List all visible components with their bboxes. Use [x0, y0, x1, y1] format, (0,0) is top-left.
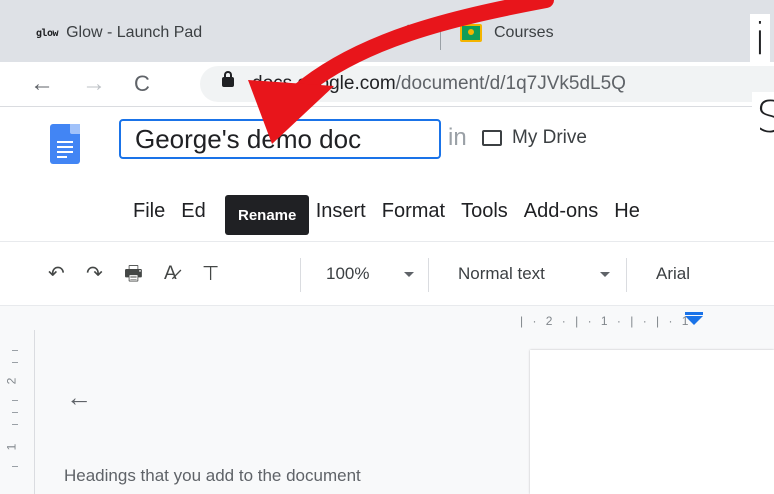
font-select[interactable]: Arial	[656, 264, 690, 284]
address-bar[interactable]: docs.google.com/document/d/1q7JVk5dL5Q	[200, 66, 774, 102]
menu-edit[interactable]: Ed	[181, 200, 205, 224]
outline-hint-text: Headings that you add to the document	[64, 466, 361, 485]
redo-icon[interactable]: ↷	[86, 262, 103, 286]
handwritten-letter: i	[750, 14, 771, 65]
document-page[interactable]	[530, 350, 774, 494]
zoom-select[interactable]: 100%	[326, 264, 369, 284]
toolbar-divider	[300, 258, 301, 292]
url-text[interactable]: docs.google.com/document/d/1q7JVk5dL5Q	[252, 73, 626, 95]
forward-arrow-icon[interactable]: →	[82, 72, 106, 96]
back-arrow-icon[interactable]: ←	[30, 72, 54, 96]
toolbar-divider	[626, 258, 627, 292]
vertical-ruler[interactable]: 2 1	[0, 330, 35, 494]
ruler-number: 2	[4, 377, 19, 385]
tab-divider	[440, 22, 441, 50]
rename-tooltip: Rename	[225, 195, 310, 235]
tab-glow-launch-pad[interactable]: glow Glow - Launch Pad	[36, 16, 202, 50]
browser-toolbar: ← → C docs.google.com/document/d/1q7JVk5…	[0, 62, 774, 107]
tab-close-icon[interactable]: ✕	[405, 20, 418, 40]
horizontal-ruler[interactable]: | · 2 · | · 1 · | · | · 1	[520, 314, 691, 328]
close-outline-arrow-icon[interactable]: ←	[66, 382, 92, 413]
drive-location-link[interactable]: My Drive	[512, 127, 587, 149]
document-title-input[interactable]: George's demo doc	[119, 119, 441, 159]
indent-handle[interactable]	[685, 312, 703, 315]
classroom-favicon-icon	[460, 24, 482, 42]
menu-insert[interactable]: Insert	[316, 200, 366, 224]
menu-help[interactable]: He	[614, 200, 640, 224]
menu-format[interactable]: Format	[382, 200, 445, 224]
location-prefix: in	[448, 124, 467, 151]
paragraph-style-select[interactable]: Normal text	[458, 264, 545, 284]
indent-marker-icon[interactable]	[685, 316, 703, 325]
toolbar-divider	[428, 258, 429, 292]
folder-icon[interactable]	[482, 130, 502, 146]
print-icon[interactable]: 🖶	[124, 262, 143, 286]
chevron-down-icon[interactable]	[600, 272, 610, 277]
tab-title: Courses	[494, 24, 554, 41]
menu-add-ons[interactable]: Add-ons	[524, 200, 599, 224]
glow-favicon-icon: glow	[36, 27, 59, 39]
divider	[0, 241, 774, 242]
ruler-number: 1	[4, 443, 19, 451]
undo-icon[interactable]: ↶	[48, 262, 65, 286]
lock-icon[interactable]	[222, 71, 234, 87]
browser-tab-strip: glow Glow - Launch Pad ✕ Courses	[0, 0, 774, 62]
tab-title: Glow - Launch Pad	[66, 24, 203, 41]
handwritten-letter: S	[752, 92, 774, 143]
chevron-down-icon[interactable]	[404, 272, 414, 277]
google-docs-logo-icon[interactable]	[50, 124, 80, 164]
paint-format-icon[interactable]: ⊤	[202, 262, 219, 286]
reload-icon[interactable]: C	[134, 72, 150, 96]
menu-file[interactable]: File	[133, 200, 165, 224]
menu-tools[interactable]: Tools	[461, 200, 508, 224]
tab-courses[interactable]: Courses	[460, 16, 554, 50]
spellcheck-icon[interactable]: A̷	[164, 262, 177, 286]
docs-menu-bar: File Ed Insert Format Tools Add-ons He	[133, 200, 656, 224]
